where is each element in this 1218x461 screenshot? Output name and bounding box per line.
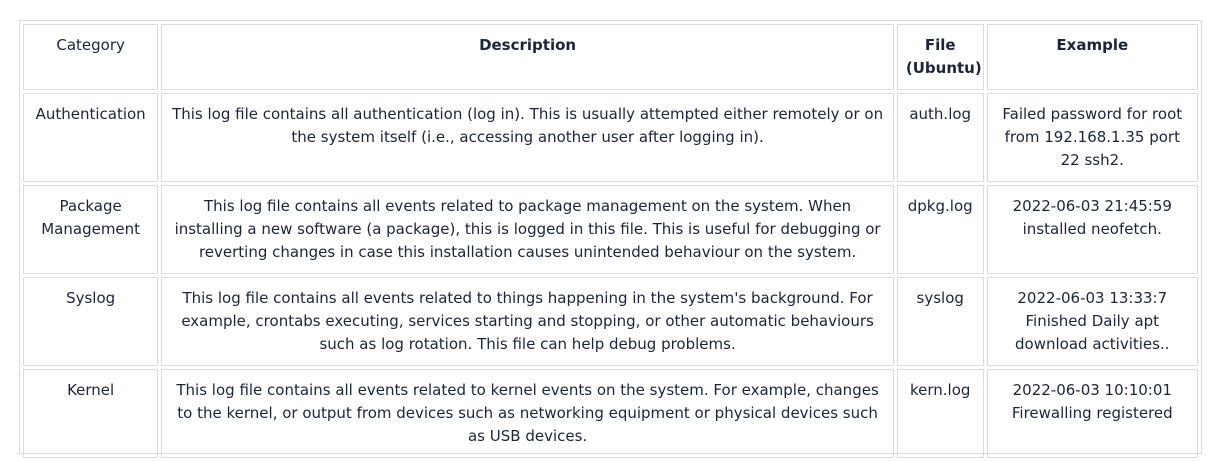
cell-category: Package Management	[23, 185, 159, 274]
cell-description: This log file contains all events relate…	[161, 369, 894, 458]
cell-category: Syslog	[23, 277, 159, 366]
cell-example: 2022-06-03 13:33:7 Finished Daily apt do…	[986, 277, 1198, 366]
header-file: File (Ubuntu)	[896, 24, 984, 90]
table-row: Syslog This log file contains all events…	[23, 277, 1198, 366]
cell-example: Failed password for root from 192.168.1.…	[986, 93, 1198, 182]
cell-description: This log file contains all events relate…	[161, 277, 894, 366]
cell-file: syslog	[896, 277, 984, 366]
cell-category: Kernel	[23, 369, 159, 458]
table-row: Package Management This log file contain…	[23, 185, 1198, 274]
header-category: Category	[23, 24, 159, 90]
cell-file: dpkg.log	[896, 185, 984, 274]
cell-category: Authentication	[23, 93, 159, 182]
cell-file: auth.log	[896, 93, 984, 182]
table-header-row: Category Description File (Ubuntu) Examp…	[23, 24, 1198, 90]
table-row: Kernel This log file contains all events…	[23, 369, 1198, 458]
cell-description: This log file contains all events relate…	[161, 185, 894, 274]
cell-example: 2022-06-03 10:10:01 Firewalling register…	[986, 369, 1198, 458]
cell-example: 2022-06-03 21:45:59 installed neofetch.	[986, 185, 1198, 274]
log-files-table: Category Description File (Ubuntu) Examp…	[20, 21, 1201, 461]
header-description: Description	[161, 24, 894, 90]
header-example: Example	[986, 24, 1198, 90]
cell-file: kern.log	[896, 369, 984, 458]
cell-description: This log file contains all authenticatio…	[161, 93, 894, 182]
log-files-table-container: Category Description File (Ubuntu) Examp…	[19, 20, 1202, 458]
table-row: Authentication This log file contains al…	[23, 93, 1198, 182]
